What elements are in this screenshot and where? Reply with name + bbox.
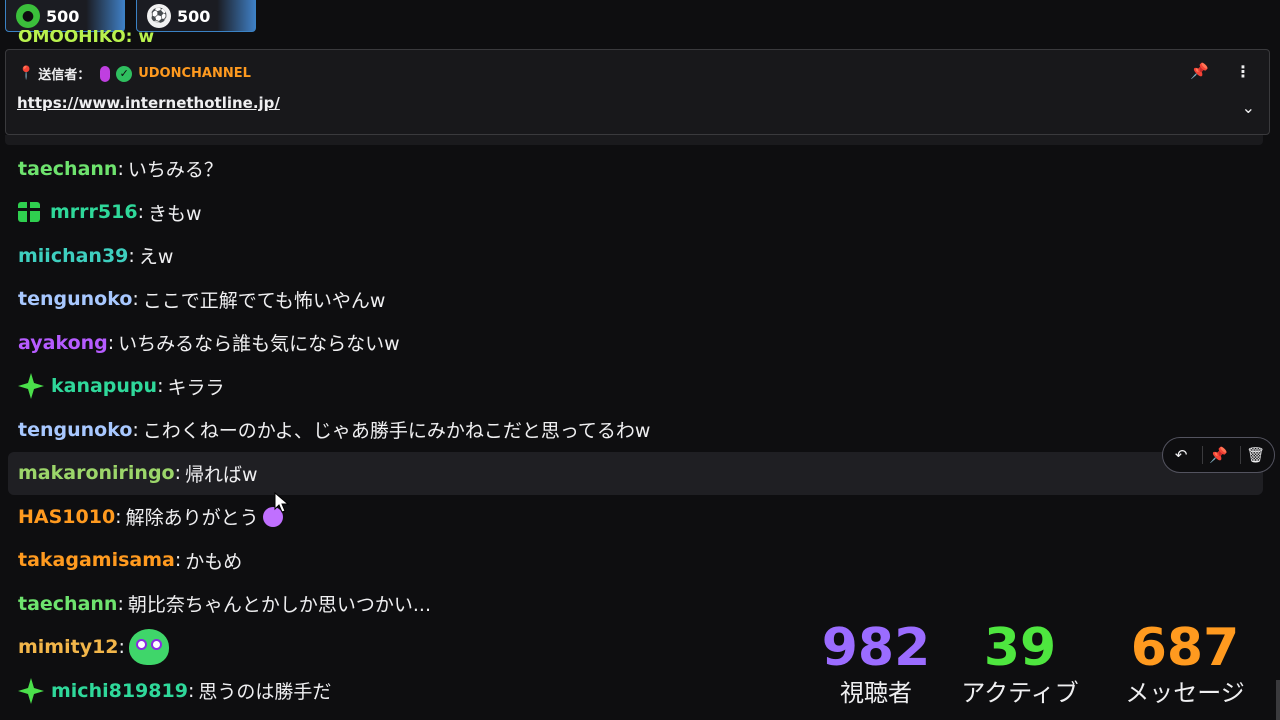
- pinned-divider: [5, 135, 1263, 145]
- chat-separator: :: [128, 244, 135, 267]
- message-actions: ↶ 📌 🗑: [1162, 437, 1275, 473]
- viewers-stat: 982 視聴者: [820, 620, 932, 708]
- active-stat: 39 アクティブ: [950, 620, 1090, 708]
- pinned-link[interactable]: https://www.internethotline.jp/: [17, 94, 280, 112]
- chat-separator: :: [174, 462, 182, 485]
- trash-icon[interactable]: 🗑: [1239, 446, 1271, 464]
- chat-separator: :: [174, 549, 182, 572]
- blob-emote-icon: [128, 629, 169, 666]
- chat-separator: :: [118, 636, 125, 659]
- chat-username[interactable]: mrrr516: [50, 201, 138, 223]
- chat-separator: :: [132, 418, 139, 441]
- chat-separator: :: [117, 157, 124, 180]
- viewers-count: 982: [821, 618, 931, 678]
- microphone-badge-icon: [100, 65, 111, 82]
- chat-text: 帰ればw: [185, 463, 258, 486]
- chevron-down-icon[interactable]: ⌄: [1242, 98, 1255, 117]
- soccer-ball-icon: ⚽: [147, 4, 171, 28]
- chat-username[interactable]: miichan39: [18, 245, 128, 267]
- gift-badge-icon: [18, 202, 40, 223]
- chat-text: えw: [138, 246, 174, 269]
- chat-separator: :: [187, 679, 195, 702]
- chat-text: きもw: [147, 202, 202, 225]
- chat-text: こわくねーのかよ、じゃあ勝手にみかねこだと思ってるわw: [142, 420, 651, 443]
- pin-icon[interactable]: 📌: [1190, 62, 1209, 80]
- chat-username[interactable]: makaroniringo: [18, 462, 175, 484]
- chat-text: 思うのは勝手だ: [198, 681, 332, 704]
- active-label: アクティブ: [961, 679, 1079, 707]
- reply-icon[interactable]: ↶: [1166, 446, 1196, 464]
- chat-username[interactable]: taechann: [18, 158, 117, 180]
- scrollbar[interactable]: [1276, 680, 1280, 720]
- points-value: 500: [177, 6, 211, 26]
- active-count: 39: [983, 618, 1057, 678]
- chat-username[interactable]: michi819819: [51, 680, 188, 702]
- chat-message[interactable]: tengunoko : こわくねーのかよ、じゃあ勝手にみかねこだと思ってるわw: [0, 408, 1270, 452]
- chat-message[interactable]: ayakong : いちみるなら誰も気にならないw: [0, 321, 1270, 365]
- pin-icon[interactable]: 📌: [1202, 446, 1233, 464]
- verified-badge-icon: ✓: [116, 65, 133, 82]
- chat-text: 解除ありがとう: [125, 507, 259, 530]
- chat-message-hovered[interactable]: makaroniringo : 帰ればw: [8, 451, 1263, 495]
- chat-message[interactable]: HAS1010 : 解除ありがとう: [0, 495, 1270, 539]
- sparkle-badge-icon: [18, 373, 44, 400]
- chat-message[interactable]: tengunoko : ここで正解でても怖いやんw: [0, 278, 1270, 322]
- chat-message[interactable]: takagamisama : かもめ: [0, 539, 1270, 583]
- chat-username[interactable]: tengunoko: [18, 288, 132, 310]
- chat-text: キララ: [167, 376, 225, 399]
- chat-username[interactable]: HAS1010: [18, 506, 115, 528]
- cut-off-message: OMOOHIKO: w: [18, 30, 155, 47]
- messages-stat: 687 メッセージ: [1110, 620, 1260, 708]
- chat-separator: :: [115, 505, 122, 528]
- chat-separator: :: [117, 592, 124, 615]
- chat-text: いちみる？: [127, 159, 223, 182]
- chat-message[interactable]: taechann : いちみる？: [0, 147, 1270, 191]
- messages-label: メッセージ: [1125, 679, 1245, 707]
- chat-message[interactable]: kanapupu : キララ: [0, 365, 1270, 409]
- pinned-sender-label: 送信者：: [38, 68, 91, 83]
- messages-count: 687: [1130, 618, 1240, 678]
- chat-username[interactable]: mimity12: [18, 636, 119, 658]
- chat-username[interactable]: taechann: [18, 593, 117, 615]
- chat-text: かもめ: [185, 550, 243, 573]
- chat-separator: :: [157, 375, 164, 398]
- chat-username[interactable]: kanapupu: [51, 375, 157, 397]
- pinned-username[interactable]: UDONCHANNEL: [138, 66, 251, 81]
- chat-message[interactable]: taechann : 朝比奈ちゃんとかしか思いつかい...: [0, 582, 1270, 626]
- points-chip-2[interactable]: ⚽ 500: [136, 0, 256, 32]
- chat-username[interactable]: tengunoko: [18, 419, 132, 441]
- mouse-cursor-icon: [274, 492, 290, 513]
- chat-separator: :: [132, 288, 139, 311]
- viewers-label: 視聴者: [840, 679, 912, 707]
- pinned-message: 📍 送信者： ✓ UDONCHANNEL https://www.interne…: [5, 49, 1270, 135]
- green-emote-icon: ●: [16, 4, 40, 28]
- stream-stats: 982 視聴者 39 アクティブ 687 メッセージ: [820, 620, 1280, 720]
- chat-username[interactable]: ayakong: [18, 332, 108, 354]
- points-value: 500: [46, 6, 80, 26]
- pin-icon: 📍: [18, 66, 35, 81]
- chat-text: 朝比奈ちゃんとかしか思いつかい...: [127, 594, 431, 617]
- chat-text: いちみるなら誰も気にならないw: [118, 333, 400, 356]
- chat-separator: :: [107, 331, 115, 354]
- chat-message[interactable]: miichan39 : えw: [0, 234, 1270, 278]
- more-options-icon[interactable]: ⋮: [1235, 62, 1251, 81]
- points-chip-1[interactable]: ● 500: [5, 0, 125, 32]
- chat-window: ● 500 ⚽ 500 OMOOHIKO: w 📍 送信者： ✓ UDONCHA…: [0, 0, 1280, 720]
- pinned-header: 📍 送信者： ✓ UDONCHANNEL: [18, 64, 251, 83]
- chat-separator: :: [137, 201, 144, 224]
- chat-text: ここで正解でても怖いやんw: [142, 289, 386, 312]
- sparkle-badge-icon: [18, 677, 44, 704]
- chat-message[interactable]: mrrr516 : きもw: [0, 191, 1270, 235]
- chat-username[interactable]: takagamisama: [18, 549, 175, 571]
- points-bar: ● 500 ⚽ 500: [0, 0, 1280, 34]
